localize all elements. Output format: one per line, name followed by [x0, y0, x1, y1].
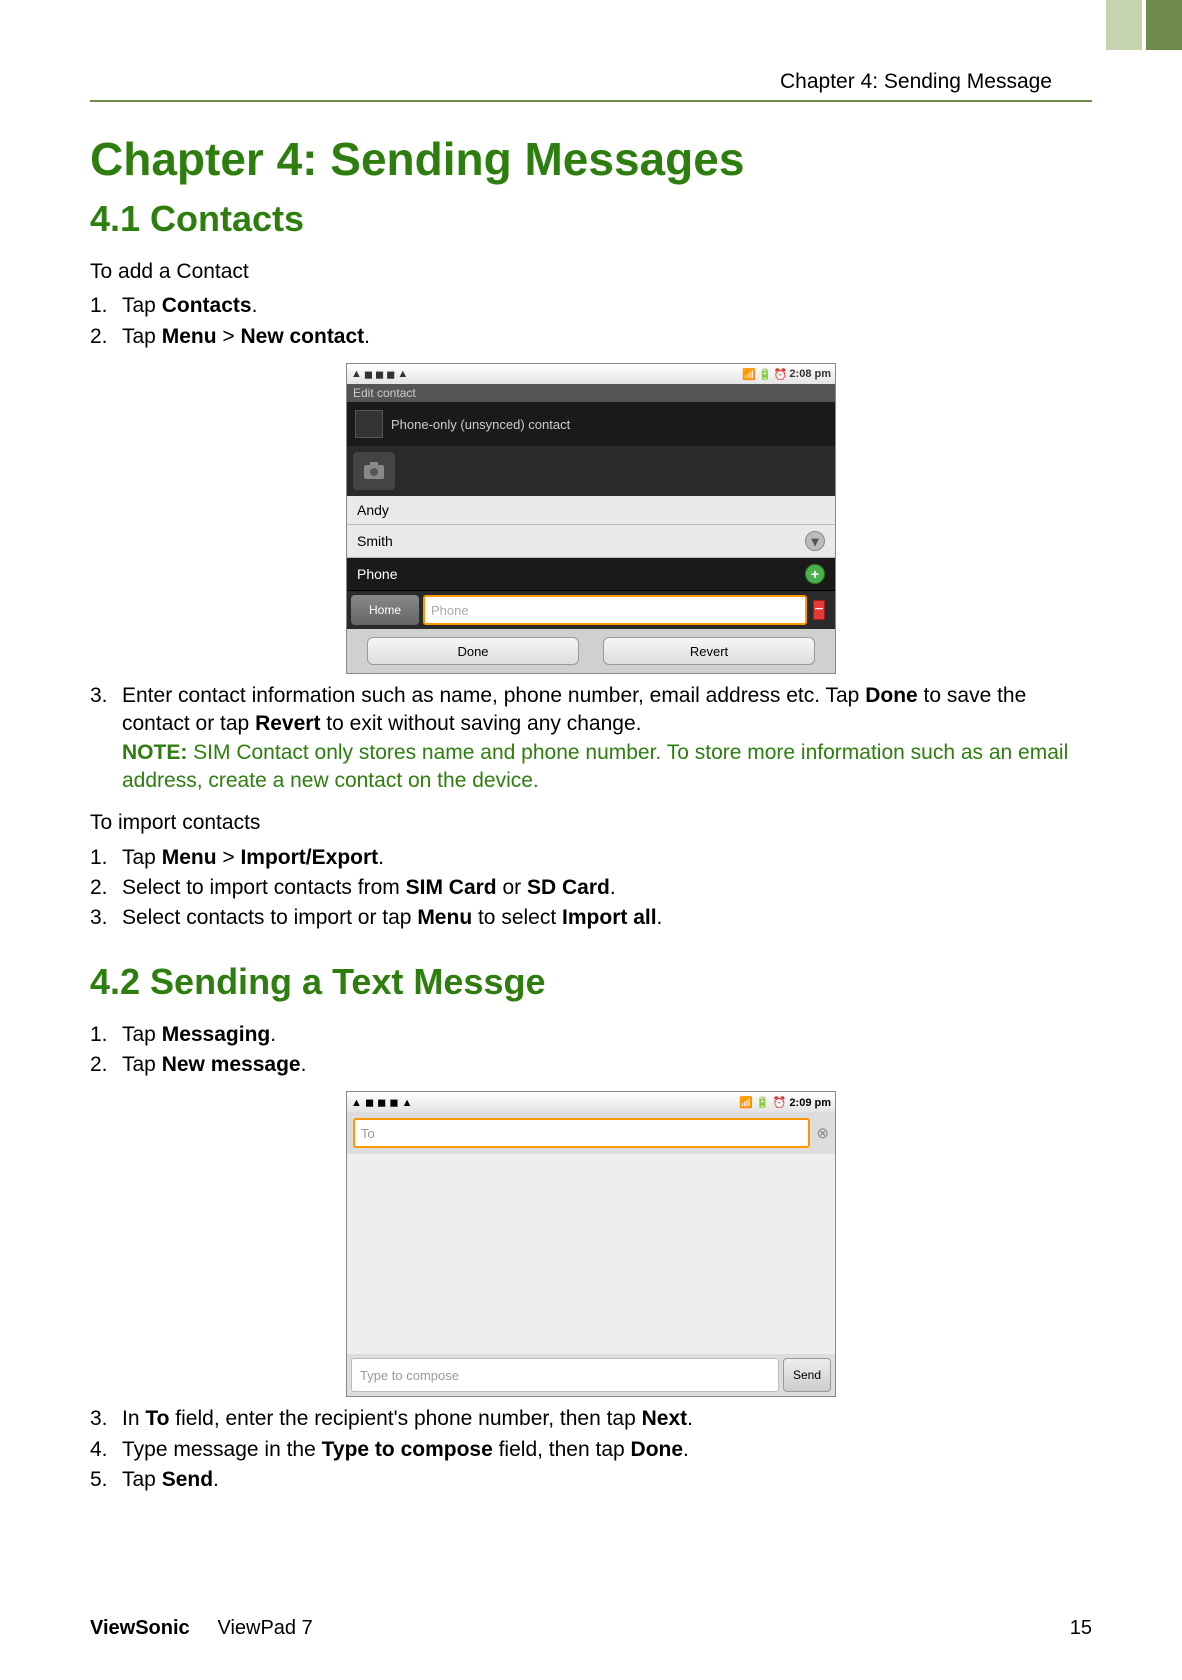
- unsynced-label: Phone-only (unsynced) contact: [391, 417, 570, 432]
- clear-to-icon[interactable]: ⊗: [816, 1124, 829, 1142]
- contact-type-row: Phone-only (unsynced) contact: [347, 402, 835, 446]
- import-steps: 1. Tap Menu > Import/Export. 2. Select t…: [90, 844, 1092, 933]
- notification-icon-2: ◼: [375, 368, 384, 381]
- note-label: NOTE:: [122, 741, 187, 764]
- msg-step-3: 3. In To field, enter the recipient's ph…: [122, 1405, 1092, 1433]
- notification-icon-3: ◼: [386, 368, 395, 381]
- last-name-input[interactable]: Smith ▾: [347, 525, 835, 558]
- phone-number-input[interactable]: Phone: [423, 595, 807, 625]
- header-rule: [90, 100, 1092, 102]
- import-step-3: 3. Select contacts to import or tap Menu…: [122, 904, 1092, 932]
- signal-icon: 📶: [739, 1097, 753, 1109]
- footer-product: ViewPad 7: [217, 1617, 312, 1639]
- send-text-steps: 1. Tap Messaging. 2. Tap New message.: [90, 1021, 1092, 1080]
- screenshot-new-message: ▲ ◼ ◼ ◼ ▲ 📶 🔋 ⏰ 2:09 pm To ⊗ Typ: [90, 1091, 1092, 1397]
- to-row: To ⊗: [347, 1112, 835, 1154]
- compose-input[interactable]: Type to compose: [351, 1358, 779, 1392]
- step-1: 1. Tap Contacts.: [122, 292, 1092, 320]
- screenshot-edit-contact: ▲ ◼ ◼ ◼ ▲ 📶 🔋 ⏰ 2:08 pm Edit contact Pho…: [90, 363, 1092, 674]
- remove-phone-button[interactable]: −: [807, 595, 831, 625]
- phone-section-header: Phone +: [347, 558, 835, 591]
- msg-step-2: 2. Tap New message.: [122, 1051, 1092, 1079]
- message-body-area: [347, 1154, 835, 1354]
- import-step-2: 2. Select to import contacts from SIM Ca…: [122, 874, 1092, 902]
- msg-step-1: 1. Tap Messaging.: [122, 1021, 1092, 1049]
- notification-icon-2: ◼: [377, 1097, 386, 1109]
- section-4-2-title: 4.2 Sending a Text Messge: [90, 961, 1092, 1003]
- signal-icon: 📶: [742, 368, 756, 381]
- battery-icon: 🔋: [756, 1097, 770, 1109]
- photo-row: [347, 446, 835, 496]
- warning-icon-2: ▲: [402, 1097, 413, 1109]
- msg-step-4: 4. Type message in the Type to compose f…: [122, 1436, 1092, 1464]
- tab-mark-dark: [1146, 0, 1182, 50]
- edit-contact-titlebar: Edit contact: [347, 384, 835, 402]
- notification-icon: ◼: [364, 368, 373, 381]
- add-contact-steps: 1. Tap Contacts. 2. Tap Menu > New conta…: [90, 292, 1092, 351]
- warning-icon: ▲: [351, 368, 362, 381]
- notification-icon-3: ◼: [389, 1097, 398, 1109]
- tab-mark-light: [1106, 0, 1142, 50]
- revert-button[interactable]: Revert: [603, 637, 815, 665]
- status-bar-2: ▲ ◼ ◼ ◼ ▲ 📶 🔋 ⏰ 2:09 pm: [347, 1092, 835, 1112]
- step-2: 2. Tap Menu > New contact.: [122, 323, 1092, 351]
- edit-contact-buttons: Done Revert: [347, 629, 835, 673]
- step-3: 3. Enter contact information such as nam…: [122, 682, 1092, 795]
- import-contacts-intro: To import contacts: [90, 809, 1092, 837]
- page-tab-marks: [1106, 0, 1182, 50]
- alarm-icon: ⏰: [774, 368, 788, 381]
- alarm-icon: ⏰: [773, 1097, 787, 1109]
- add-phone-icon[interactable]: +: [805, 564, 825, 584]
- photo-icon[interactable]: [353, 452, 395, 490]
- status-time-2: 2:09 pm: [789, 1097, 831, 1109]
- import-step-1: 1. Tap Menu > Import/Export.: [122, 844, 1092, 872]
- first-name-input[interactable]: Andy: [347, 496, 835, 525]
- note-text: NOTE: SIM Contact only stores name and p…: [122, 739, 1092, 796]
- done-button[interactable]: Done: [367, 637, 579, 665]
- running-header: Chapter 4: Sending Message: [90, 70, 1092, 94]
- page-footer: ViewSonic ViewPad 7 15: [90, 1617, 1092, 1640]
- contact-thumb-icon: [355, 410, 383, 438]
- msg-step-5: 5. Tap Send.: [122, 1466, 1092, 1494]
- section-4-1-title: 4.1 Contacts: [90, 198, 1092, 240]
- notification-icon: ◼: [365, 1097, 374, 1109]
- add-contact-steps-cont: 3. Enter contact information such as nam…: [90, 682, 1092, 795]
- warning-icon: ▲: [351, 1097, 362, 1109]
- chapter-title: Chapter 4: Sending Messages: [90, 132, 1092, 186]
- expand-icon[interactable]: ▾: [805, 531, 825, 551]
- send-text-steps-cont: 3. In To field, enter the recipient's ph…: [90, 1405, 1092, 1494]
- status-bar: ▲ ◼ ◼ ◼ ▲ 📶 🔋 ⏰ 2:08 pm: [347, 364, 835, 384]
- warning-icon-2: ▲: [397, 368, 408, 381]
- compose-row: Type to compose Send: [347, 1354, 835, 1396]
- to-input[interactable]: To: [353, 1118, 810, 1148]
- add-contact-intro: To add a Contact: [90, 258, 1092, 286]
- footer-brand: ViewSonic: [90, 1617, 190, 1639]
- phone-type-button[interactable]: Home: [351, 595, 419, 625]
- phone-edit-row: Home Phone −: [347, 591, 835, 629]
- battery-icon: 🔋: [758, 368, 772, 381]
- send-button[interactable]: Send: [783, 1358, 831, 1392]
- status-time: 2:08 pm: [789, 368, 831, 381]
- page-number: 15: [1070, 1617, 1092, 1640]
